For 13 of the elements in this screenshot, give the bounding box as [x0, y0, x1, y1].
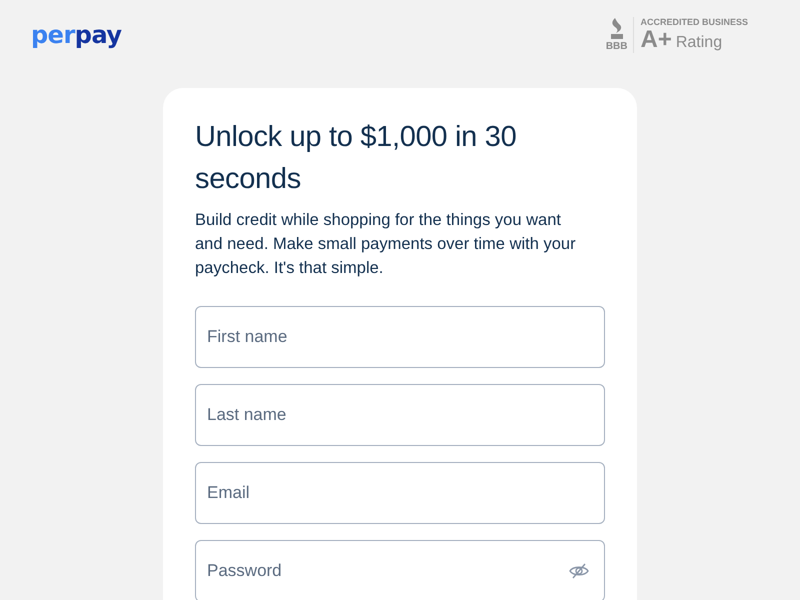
- card-title: Unlock up to $1,000 in 30 seconds: [195, 120, 518, 197]
- perpay-logo[interactable]: perpay: [31, 21, 122, 49]
- accredited-caption: ACCREDITED BUSINESS: [640, 17, 748, 27]
- bbb-text: BBB: [606, 41, 628, 52]
- password-field[interactable]: Password: [195, 540, 605, 600]
- text-field[interactable]: Last name: [195, 384, 605, 446]
- torch-icon: [608, 18, 625, 40]
- rating-grade: A+: [640, 27, 672, 53]
- card-description: Build credit while shopping for the things you want and need. Make small payments over time with your paycheck. It's that simple.: [195, 210, 577, 279]
- email-field[interactable]: Email: [195, 462, 605, 524]
- text-field[interactable]: First name: [195, 306, 605, 368]
- eye-slash-icon[interactable]: [569, 563, 589, 579]
- rating-label: Rating: [676, 34, 722, 52]
